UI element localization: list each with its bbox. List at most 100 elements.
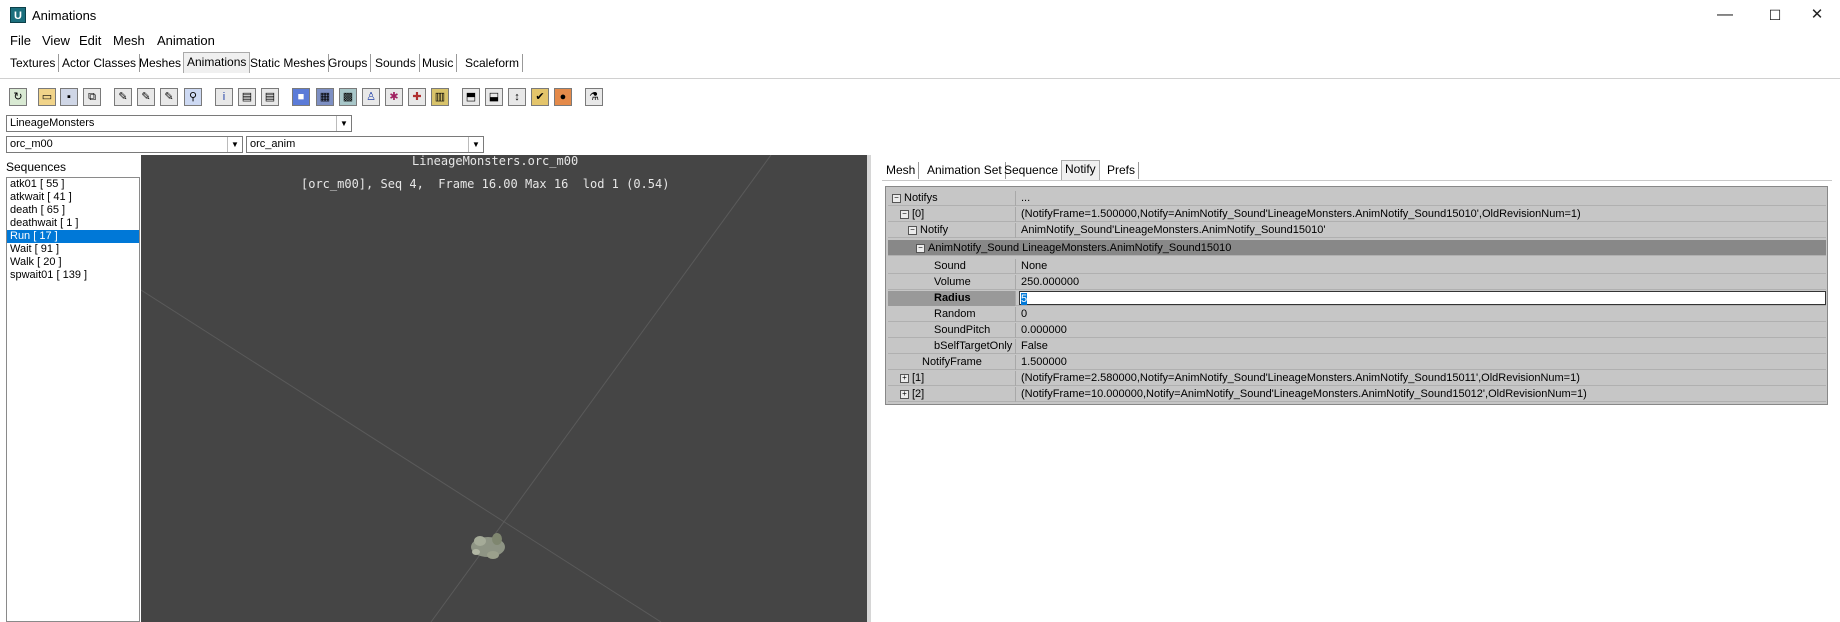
maximize-button[interactable]: ☐ bbox=[1752, 0, 1798, 30]
cube-icon[interactable]: ■ bbox=[292, 88, 310, 106]
prop-row-item0[interactable]: − [0] (NotifyFrame=1.500000,Notify=AnimNo… bbox=[888, 207, 1826, 222]
prop-category-animnotify-sound[interactable]: − AnimNotify_Sound LineageMonsters.AnimNo… bbox=[888, 240, 1826, 256]
prop-row-random[interactable]: Random 0 bbox=[888, 307, 1826, 322]
menu-mesh[interactable]: Mesh bbox=[113, 33, 145, 48]
tab-scaleform[interactable]: Scaleform bbox=[462, 54, 524, 72]
prop-name: Notifys bbox=[904, 192, 938, 204]
menu-edit[interactable]: Edit bbox=[79, 33, 101, 48]
refresh-icon[interactable]: ↻ bbox=[9, 88, 27, 106]
mesh-combo[interactable]: orc_m00 ▼ bbox=[6, 136, 243, 153]
expand-icon[interactable]: + bbox=[900, 373, 909, 383]
animation-viewport[interactable]: LineageMonsters.orc_m00 [orc_m00], Seq 4… bbox=[141, 155, 867, 622]
anim-icon[interactable]: ↕ bbox=[508, 88, 526, 106]
app-icon: U bbox=[10, 7, 26, 23]
test-icon[interactable]: ⚗ bbox=[585, 88, 603, 106]
collapse-icon[interactable]: − bbox=[916, 243, 925, 253]
collapse-icon[interactable]: − bbox=[900, 209, 909, 219]
prop-value: 0.000000 bbox=[1021, 324, 1067, 336]
tab-animations[interactable]: Animations bbox=[183, 52, 251, 73]
prop-row-notify[interactable]: − Notify AnimNotify_Sound'LineageMonsters… bbox=[888, 223, 1826, 238]
tab-textures[interactable]: Textures bbox=[7, 54, 60, 72]
tab-actor-classes[interactable]: Actor Classes bbox=[59, 54, 141, 72]
package-combo[interactable]: LineageMonsters ▼ bbox=[6, 115, 352, 132]
minimize-button[interactable]: — bbox=[1702, 0, 1748, 30]
tab-notify[interactable]: Notify bbox=[1061, 160, 1100, 180]
tab-prefs[interactable]: Prefs bbox=[1104, 162, 1140, 179]
tab-sounds[interactable]: Sounds bbox=[372, 54, 420, 72]
chevron-down-icon[interactable]: ▼ bbox=[336, 116, 351, 131]
export-icon[interactable]: ⬓ bbox=[485, 88, 503, 106]
notify-icon[interactable]: ✔ bbox=[531, 88, 549, 106]
prop-row-item1[interactable]: + [1] (NotifyFrame=2.580000,Notify=AnimNo… bbox=[888, 371, 1826, 386]
prop-value: (NotifyFrame=1.500000,Notify=AnimNotify_… bbox=[1021, 208, 1581, 220]
chevron-down-icon[interactable]: ▼ bbox=[227, 137, 242, 152]
record-icon[interactable]: ● bbox=[554, 88, 572, 106]
collapse-icon[interactable]: − bbox=[892, 193, 901, 203]
menu-bar: File View Edit Mesh Animation bbox=[0, 31, 1840, 50]
close-button[interactable]: ✕ bbox=[1794, 0, 1840, 30]
prop-value: 250.000000 bbox=[1021, 276, 1080, 288]
panel-splitter[interactable] bbox=[867, 155, 871, 622]
sound-icon[interactable]: ▥ bbox=[431, 88, 449, 106]
tab-static-meshes[interactable]: Static Meshes bbox=[247, 54, 330, 72]
list-item[interactable]: spwait01 [ 139 ] bbox=[7, 269, 139, 282]
prop-row-sound[interactable]: Sound None bbox=[888, 259, 1826, 274]
radius-input[interactable]: 5 bbox=[1019, 291, 1826, 305]
collapse-icon[interactable]: − bbox=[908, 225, 917, 235]
open-icon[interactable]: ▭ bbox=[38, 88, 56, 106]
grid-icon[interactable]: ▩ bbox=[339, 88, 357, 106]
bone-icon[interactable]: ✚ bbox=[408, 88, 426, 106]
tab-meshes[interactable]: Meshes bbox=[136, 54, 186, 72]
expand-icon[interactable]: + bbox=[900, 389, 909, 399]
props2-icon[interactable]: ▤ bbox=[261, 88, 279, 106]
category-name: AnimNotify_Sound bbox=[928, 242, 1020, 254]
category-value: LineageMonsters.AnimNotify_Sound15010 bbox=[1022, 242, 1232, 254]
tab-sequence[interactable]: Sequence bbox=[1001, 162, 1063, 179]
save-icon[interactable]: ▪ bbox=[60, 88, 78, 106]
prop-row-notifyframe[interactable]: NotifyFrame 1.500000 bbox=[888, 355, 1826, 370]
prop-row-volume[interactable]: Volume 250.000000 bbox=[888, 275, 1826, 290]
prop-name: Random bbox=[888, 307, 1016, 322]
edit3-icon[interactable]: ✎ bbox=[160, 88, 178, 106]
pose-icon[interactable]: ✱ bbox=[385, 88, 403, 106]
tab-animation-set[interactable]: Animation Set bbox=[924, 162, 1006, 179]
prop-row-soundpitch[interactable]: SoundPitch 0.000000 bbox=[888, 323, 1826, 338]
tab-music[interactable]: Music bbox=[419, 54, 458, 72]
prop-value: 1.500000 bbox=[1021, 356, 1067, 368]
anim-combo[interactable]: orc_anim ▼ bbox=[246, 136, 484, 153]
prop-row-item2[interactable]: + [2] (NotifyFrame=10.000000,Notify=AnimN… bbox=[888, 387, 1826, 402]
import-icon[interactable]: ⬒ bbox=[462, 88, 480, 106]
menu-file[interactable]: File bbox=[10, 33, 31, 48]
edit-icon[interactable]: ✎ bbox=[114, 88, 132, 106]
chevron-down-icon[interactable]: ▼ bbox=[468, 137, 483, 152]
tab-mesh[interactable]: Mesh bbox=[883, 162, 920, 179]
info-icon[interactable]: i bbox=[215, 88, 233, 106]
list-item[interactable]: Walk [ 20 ] bbox=[7, 256, 139, 269]
list-item[interactable]: Wait [ 91 ] bbox=[7, 243, 139, 256]
prop-value: AnimNotify_Sound'LineageMonsters.AnimNot… bbox=[1021, 224, 1326, 236]
link-icon[interactable]: ⚲ bbox=[184, 88, 202, 106]
frames-icon[interactable]: ▦ bbox=[316, 88, 334, 106]
prop-row-notifys[interactable]: − Notifys ... bbox=[888, 191, 1826, 206]
sequences-header: Sequences bbox=[6, 160, 67, 174]
list-item[interactable]: death [ 65 ] bbox=[7, 204, 139, 217]
prop-value: False bbox=[1021, 340, 1048, 352]
list-item[interactable]: atkwait [ 41 ] bbox=[7, 191, 139, 204]
list-item-selected[interactable]: Run [ 17 ] bbox=[7, 230, 139, 243]
list-item[interactable]: atk01 [ 55 ] bbox=[7, 178, 139, 191]
prop-name: Sound bbox=[888, 259, 1016, 274]
sequence-list[interactable]: atk01 [ 55 ] atkwait [ 41 ] death [ 65 ]… bbox=[6, 177, 140, 622]
list-item[interactable]: deathwait [ 1 ] bbox=[7, 217, 139, 230]
prop-row-bselftargetonly[interactable]: bSelfTargetOnly False bbox=[888, 339, 1826, 354]
figure-icon[interactable]: ♙ bbox=[362, 88, 380, 106]
prop-value: ... bbox=[1021, 192, 1031, 204]
menu-animation[interactable]: Animation bbox=[157, 33, 215, 48]
tab-groups[interactable]: Groups bbox=[325, 54, 372, 72]
copy-icon[interactable]: ⧉ bbox=[83, 88, 101, 106]
menu-view[interactable]: View bbox=[42, 33, 70, 48]
prop-name: [2] bbox=[912, 388, 925, 400]
edit2-icon[interactable]: ✎ bbox=[137, 88, 155, 106]
prop-row-radius[interactable]: Radius 5 bbox=[888, 291, 1826, 306]
props-icon[interactable]: ▤ bbox=[238, 88, 256, 106]
prop-name: Radius bbox=[888, 291, 1016, 306]
